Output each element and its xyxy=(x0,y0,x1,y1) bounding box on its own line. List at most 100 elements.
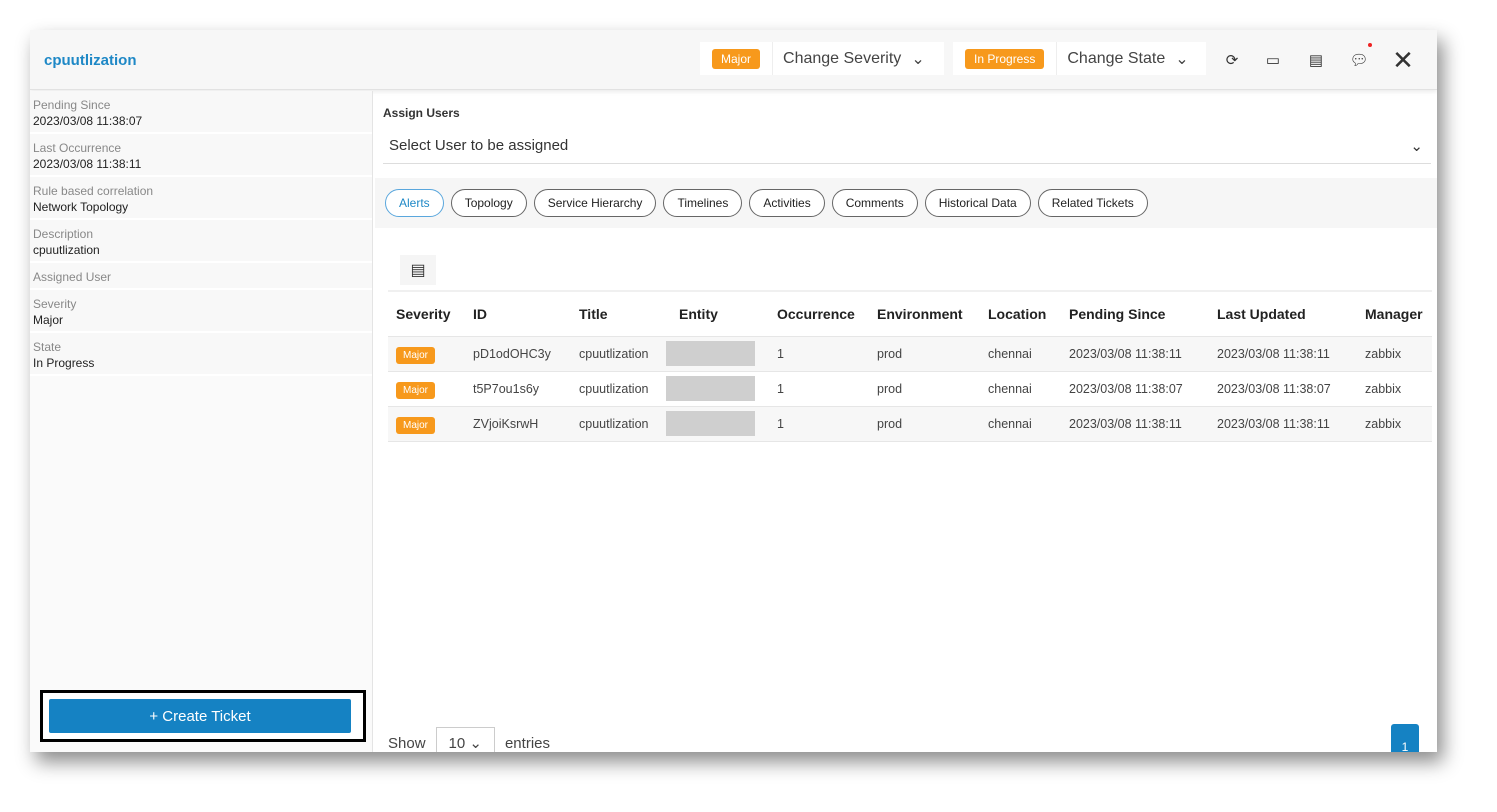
severity-badge: Major xyxy=(396,346,436,364)
table-cell: chennai xyxy=(980,335,1061,371)
table-cell: chennai xyxy=(980,405,1061,441)
table-row[interactable]: Major pD1odOHC3y cpuutlization 1 prod chennai… xyxy=(388,335,1432,371)
field-assigned-user: Assigned User xyxy=(30,263,372,290)
field-value: Major xyxy=(33,313,64,327)
redacted-block xyxy=(666,341,755,366)
entity-cell-redacted xyxy=(666,370,769,406)
tab-related-tickets[interactable]: Related Tickets xyxy=(1037,189,1148,217)
field-label: Description xyxy=(33,227,94,241)
column-header[interactable]: Title xyxy=(571,291,671,336)
field-state: State In Progress xyxy=(30,333,372,376)
page-1-button[interactable]: 1 xyxy=(1391,724,1419,752)
field-pending-since: Pending Since 2023/03/08 11:38:07 xyxy=(30,91,372,134)
table-cell: 2023/03/08 11:38:07 xyxy=(1061,370,1209,406)
severity-cell: Major xyxy=(388,335,465,371)
tab-topology[interactable]: Topology xyxy=(450,189,527,217)
page-size-value: 10 xyxy=(448,735,466,752)
comment-icon[interactable]: 💬︎ xyxy=(1344,43,1374,74)
column-header[interactable]: Occurrence xyxy=(769,291,869,336)
assign-users-label: Assign Users xyxy=(383,106,460,120)
table-header-row: Severity ID Title Entity Occurrence Environme… xyxy=(388,291,1432,336)
page-size-control: Show 10 ⌄ entries xyxy=(388,727,550,752)
severity-cell: Major xyxy=(388,370,465,406)
column-toggle-icon[interactable]: ▤ xyxy=(400,255,436,285)
table-cell: prod xyxy=(869,335,980,371)
column-header[interactable]: Manager xyxy=(1357,291,1432,336)
change-state-dropdown[interactable]: Change State ⌄ xyxy=(1056,42,1198,75)
ticket-icon[interactable]: ▭ xyxy=(1258,46,1288,74)
table-cell: pD1odOHC3y xyxy=(465,335,571,371)
table-cell: 2023/03/08 11:38:11 xyxy=(1209,405,1357,441)
column-header[interactable]: Last Updated xyxy=(1209,291,1357,336)
chevron-down-icon: ⌄ xyxy=(1175,50,1189,68)
show-label: Show xyxy=(388,734,426,752)
assign-user-select[interactable]: Select User to be assigned ⌄ xyxy=(383,128,1431,164)
entity-cell-redacted xyxy=(666,405,769,441)
field-label: Assigned User xyxy=(33,270,112,284)
table-cell: ZVjoiKsrwH xyxy=(465,405,571,441)
table-cell: t5P7ou1s6y xyxy=(465,370,571,406)
table-cell: 2023/03/08 11:38:07 xyxy=(1209,370,1357,406)
tab-comments[interactable]: Comments xyxy=(831,189,918,217)
tab-service-hierarchy[interactable]: Service Hierarchy xyxy=(533,189,657,217)
field-label: Severity xyxy=(33,297,77,311)
table-cell: zabbix xyxy=(1357,370,1432,406)
table-cell: cpuutlization xyxy=(571,335,671,371)
severity-badge: Major xyxy=(396,416,436,434)
table-cell: prod xyxy=(869,370,980,406)
severity-badge: Major xyxy=(396,381,436,399)
change-severity-label: Change Severity xyxy=(783,49,902,67)
page-title: cpuutlization xyxy=(44,52,137,69)
field-value: 2023/03/08 11:38:11 xyxy=(33,157,142,171)
tab-alerts[interactable]: Alerts xyxy=(385,189,444,217)
close-icon[interactable]: ✕ xyxy=(1388,45,1418,75)
field-label: State xyxy=(33,340,62,354)
tab-activities[interactable]: Activities xyxy=(749,189,825,217)
change-state-label: Change State xyxy=(1067,49,1166,67)
field-value: Network Topology xyxy=(33,200,129,214)
notification-dot xyxy=(1368,43,1372,47)
severity-cell: Major xyxy=(388,405,465,441)
severity-group: Major Change Severity ⌄ xyxy=(700,42,944,75)
column-header[interactable]: ID xyxy=(465,291,571,336)
page-size-select[interactable]: 10 ⌄ xyxy=(435,727,495,752)
field-value: 2023/03/08 11:38:07 xyxy=(33,114,143,128)
table-cell: zabbix xyxy=(1357,335,1432,371)
refresh-icon[interactable]: ⟳ xyxy=(1217,46,1247,74)
column-header[interactable]: Entity xyxy=(671,291,769,336)
assign-user-placeholder: Select User to be assigned xyxy=(389,137,569,154)
header: cpuutlization Major Change Severity ⌄ In … xyxy=(30,30,1437,90)
entity-cell-redacted xyxy=(666,335,769,371)
tab-historical-data[interactable]: Historical Data xyxy=(924,189,1031,217)
create-ticket-button[interactable]: + Create Ticket xyxy=(49,699,351,733)
table-cell: chennai xyxy=(980,370,1061,406)
table-cell: cpuutlization xyxy=(571,370,671,406)
field-label: Rule based correlation xyxy=(33,184,154,198)
alerts-table: Severity ID Title Entity Occurrence Environme… xyxy=(388,290,1432,442)
state-badge: In Progress xyxy=(965,48,1045,69)
table-cell: 2023/03/08 11:38:11 xyxy=(1209,335,1357,371)
field-description: Description cpuutlization xyxy=(30,220,372,263)
field-label: Pending Since xyxy=(33,98,111,112)
field-value: In Progress xyxy=(33,356,95,370)
main-panel: Assign Users Select User to be assigned ⌄… xyxy=(375,91,1437,752)
panel-icon[interactable]: ▤ xyxy=(1301,46,1331,74)
column-header[interactable]: Severity xyxy=(388,291,465,336)
table-cell: 2023/03/08 11:38:11 xyxy=(1061,405,1209,441)
tab-timelines[interactable]: Timelines xyxy=(663,189,743,217)
table-cell: cpuutlization xyxy=(571,405,671,441)
field-rule-correlation: Rule based correlation Network Topology xyxy=(30,177,372,220)
table-row[interactable]: Major ZVjoiKsrwH cpuutlization 1 prod chennai… xyxy=(388,405,1432,441)
alert-detail-window: cpuutlization Major Change Severity ⌄ In … xyxy=(30,30,1437,752)
table-row[interactable]: Major t5P7ou1s6y cpuutlization 1 prod chennai… xyxy=(388,370,1432,406)
field-severity: Severity Major xyxy=(30,290,372,333)
column-header[interactable]: Pending Since xyxy=(1061,291,1209,336)
state-group: In Progress Change State ⌄ xyxy=(953,42,1206,75)
column-header[interactable]: Environment xyxy=(869,291,980,336)
change-severity-dropdown[interactable]: Change Severity ⌄ xyxy=(772,42,935,75)
field-last-occurrence: Last Occurrence 2023/03/08 11:38:11 xyxy=(30,134,372,177)
table-cell: zabbix xyxy=(1357,405,1432,441)
tab-bar: Alerts Topology Service Hierarchy Timeli… xyxy=(375,178,1437,228)
column-header[interactable]: Location xyxy=(980,291,1061,336)
entries-label: entries xyxy=(504,734,550,752)
